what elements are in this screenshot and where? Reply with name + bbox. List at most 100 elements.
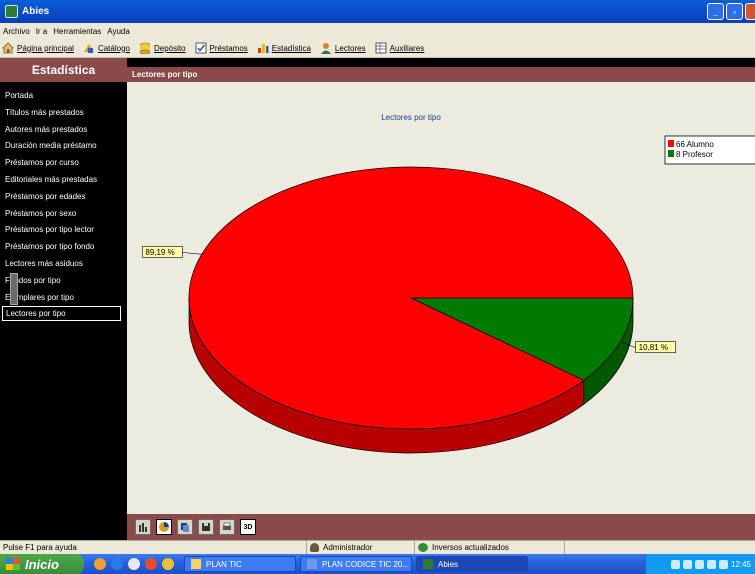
sidebar-list: Portada Títulos más prestados Autores má…: [0, 82, 127, 322]
legend-item-alumno: 66 Alumno: [676, 140, 714, 149]
menu-herramientas[interactable]: Herramientas: [53, 27, 101, 36]
print-icon: [223, 522, 231, 530]
toolbar-pagina-principal[interactable]: Página principal: [2, 42, 74, 54]
sync-icon: [418, 543, 428, 552]
chart-title: Lectores por tipo: [381, 113, 441, 122]
minimize-button[interactable]: _: [707, 3, 724, 20]
sidebar-item-ejemplares-por-tipo[interactable]: Ejemplares por tipo: [0, 290, 127, 307]
task-plan-tic[interactable]: PLAN TIC: [184, 556, 296, 572]
task-plan-codice[interactable]: PLAN CODICE TIC 20...: [300, 556, 412, 572]
sidebar-item-duracion-media-prestamo[interactable]: Duración media préstamo: [0, 138, 127, 155]
system-tray: 12:45: [645, 554, 755, 574]
chart-toolbar: 3D: [127, 514, 755, 540]
status-help: Pulse F1 para ayuda: [0, 541, 307, 554]
pie-label-alumno: 89,19 %: [145, 248, 174, 257]
sidebar-item-titulos-mas-prestados[interactable]: Títulos más prestados: [0, 105, 127, 122]
pie-label-profesor: 10,81 %: [639, 343, 668, 352]
tray-icon-3[interactable]: [694, 559, 704, 569]
sidebar-item-fondos-por-tipo[interactable]: Fondos por tipo: [0, 273, 127, 290]
windows-taskbar: Inicio PLAN TIC PLAN CODICE TIC 20... Ab…: [0, 554, 755, 574]
status-user: Administrador: [307, 541, 415, 554]
panel-title: Lectores por tipo: [127, 67, 755, 82]
sidebar-item-lectores-mas-asiduos[interactable]: Lectores más asiduos: [0, 256, 127, 273]
chart-legend: 66 Alumno 8 Profesor: [664, 135, 755, 165]
quicklaunch-icon-5[interactable]: [162, 558, 174, 570]
tray-icon-5[interactable]: [718, 559, 728, 569]
3d-toggle-label: 3D: [243, 523, 253, 531]
quicklaunch-icon-2[interactable]: [111, 558, 123, 570]
menu-bar: Archivo Ir a Herramientas Ayuda: [0, 23, 755, 39]
auxiliary-icon: [375, 42, 387, 54]
save-button[interactable]: [198, 519, 214, 535]
document-icon: [307, 559, 317, 569]
menu-ayuda[interactable]: Ayuda: [107, 27, 130, 36]
tray-icon-1[interactable]: [670, 559, 680, 569]
close-button[interactable]: [745, 3, 755, 20]
pie-top-group: [188, 166, 634, 430]
menu-archivo[interactable]: Archivo: [3, 27, 30, 36]
sidebar-item-lectores-por-tipo[interactable]: Lectores por tipo: [2, 306, 121, 322]
quicklaunch-icon-3[interactable]: [128, 558, 140, 570]
quicklaunch-icon-1[interactable]: [94, 558, 106, 570]
copy-button[interactable]: [177, 519, 193, 535]
quicklaunch-icon-4[interactable]: [145, 558, 157, 570]
maximize-button[interactable]: ▫: [726, 3, 743, 20]
sidebar-item-prestamos-por-curso[interactable]: Préstamos por curso: [0, 155, 127, 172]
loans-icon: [195, 42, 207, 54]
window-title: Abies: [22, 6, 50, 17]
readers-icon: [320, 42, 332, 54]
legend-item-profesor: 8 Profesor: [676, 150, 713, 159]
tray-icon-2[interactable]: [682, 559, 692, 569]
clock: 12:45: [730, 559, 751, 569]
pie-chart: Lectores por tipo 10,81 % 89,19 % 66 Alum…: [142, 113, 755, 454]
quick-launch: [94, 558, 184, 570]
start-button[interactable]: Inicio: [0, 554, 84, 574]
main-toolbar: Página principal Catálogo Depósito Prést…: [0, 39, 755, 58]
sidebar-item-prestamos-por-tipo-fondo[interactable]: Préstamos por tipo fondo: [0, 239, 127, 256]
title-bar: Abies _ ▫: [0, 0, 755, 23]
sidebar-item-prestamos-por-edades[interactable]: Préstamos por edades: [0, 189, 127, 206]
catalog-icon: [83, 42, 95, 54]
pie-chart-button[interactable]: [156, 519, 172, 535]
sidebar-item-editoriales-mas-prestadas[interactable]: Editoriales más prestadas: [0, 172, 127, 189]
folder-icon: [191, 559, 201, 569]
toolbar-lectores[interactable]: Lectores: [320, 42, 366, 54]
windows-logo-icon: [6, 558, 20, 570]
abies-icon: [423, 559, 433, 569]
sidebar-footer: [0, 514, 127, 540]
sidebar-item-autores-mas-prestados[interactable]: Autores más prestados: [0, 122, 127, 139]
toolbar-prestamos[interactable]: Préstamos: [195, 42, 248, 54]
task-abies[interactable]: Abies: [416, 556, 528, 572]
sidebar-item-portada[interactable]: Portada: [0, 88, 127, 105]
sidebar-title: Estadística: [0, 58, 127, 82]
deposit-icon: [139, 42, 151, 55]
menu-ir-a[interactable]: Ir a: [36, 27, 48, 36]
pie-chart-icon: [159, 522, 169, 532]
chart-area: Lectores por tipo 10,81 % 89,19 % 66 Alum…: [127, 82, 755, 514]
copy-icon: [181, 523, 189, 532]
app-icon: [5, 5, 18, 18]
status-bar: Pulse F1 para ayuda Administrador Invers…: [0, 540, 755, 554]
pie-slice-alumno: [188, 166, 634, 430]
bar-chart-button[interactable]: [135, 519, 151, 535]
toolbar-auxiliares[interactable]: Auxiliares: [375, 42, 424, 54]
legend-swatch-profesor: [668, 150, 674, 157]
3d-toggle-button[interactable]: 3D: [240, 519, 256, 535]
tray-icon-4[interactable]: [706, 559, 716, 569]
sidebar-collapse-handle[interactable]: [10, 273, 18, 305]
legend-swatch-alumno: [668, 140, 674, 147]
statistics-icon: [257, 42, 269, 54]
save-icon: [202, 523, 210, 531]
bar-chart-icon: [139, 523, 147, 532]
print-button[interactable]: [219, 519, 235, 535]
content-top-bar: [127, 58, 755, 67]
window-controls: _ ▫: [707, 3, 755, 20]
toolbar-catalogo[interactable]: Catálogo: [83, 42, 130, 54]
sidebar-item-prestamos-por-sexo[interactable]: Préstamos por sexo: [0, 206, 127, 223]
sidebar-item-prestamos-por-tipo-lector[interactable]: Préstamos por tipo lector: [0, 222, 127, 239]
toolbar-estadistica[interactable]: Estadística: [257, 42, 311, 54]
statistics-sidebar: Estadística Portada Títulos más prestado…: [0, 58, 127, 514]
content-panel: Lectores por tipo Lectores por tipo 10,8…: [127, 58, 755, 514]
toolbar-deposito[interactable]: Depósito: [139, 42, 186, 55]
home-icon: [2, 42, 14, 54]
